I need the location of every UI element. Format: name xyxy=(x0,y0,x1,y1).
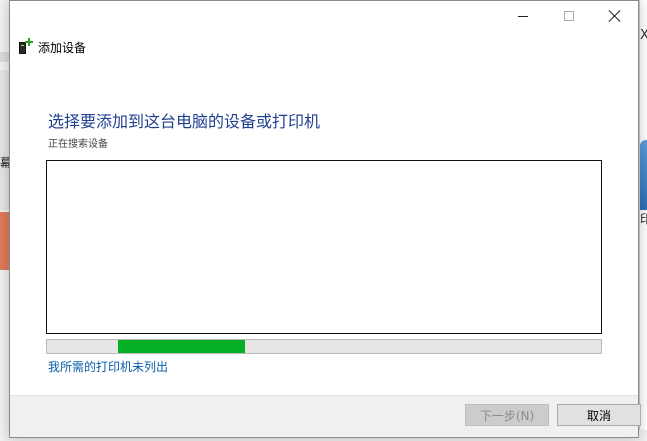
title-bar[interactable] xyxy=(10,1,638,31)
minimize-icon xyxy=(518,15,528,17)
background-device-image xyxy=(640,140,647,210)
dialog-title: 添加设备 xyxy=(38,40,87,55)
background-orange-tile xyxy=(0,212,9,270)
dialog-footer: 下一步(N) 取消 xyxy=(10,395,641,437)
close-button[interactable] xyxy=(592,1,638,31)
minimize-button[interactable] xyxy=(500,1,546,31)
maximize-icon xyxy=(564,11,574,21)
next-button[interactable]: 下一步(N) xyxy=(465,404,549,426)
add-device-icon xyxy=(19,38,33,56)
background-window-right: X 印 xyxy=(639,0,647,441)
printer-not-listed-link[interactable]: 我所需的打印机未列出 xyxy=(48,358,168,375)
device-list[interactable] xyxy=(46,160,602,334)
screen: 幕 X 印 添加设备 选择要添加到这台电脑的设备或打印机 正在搜索设备 我所需的… xyxy=(0,0,647,441)
plus-icon xyxy=(25,38,33,46)
page-heading: 选择要添加到这台电脑的设备或打印机 xyxy=(48,112,321,131)
background-text-fragment-right: 印 xyxy=(640,212,647,226)
cancel-button[interactable]: 取消 xyxy=(557,404,641,426)
close-icon xyxy=(609,10,621,22)
background-close-fragment: X xyxy=(640,28,647,43)
dialog-header: 添加设备 xyxy=(19,37,86,57)
maximize-button[interactable] xyxy=(546,1,592,31)
add-device-dialog: 添加设备 选择要添加到这台电脑的设备或打印机 正在搜索设备 我所需的打印机未列出… xyxy=(9,0,641,438)
search-status: 正在搜索设备 xyxy=(48,139,108,150)
search-progress-bar xyxy=(46,339,602,354)
progress-indicator xyxy=(117,340,246,353)
